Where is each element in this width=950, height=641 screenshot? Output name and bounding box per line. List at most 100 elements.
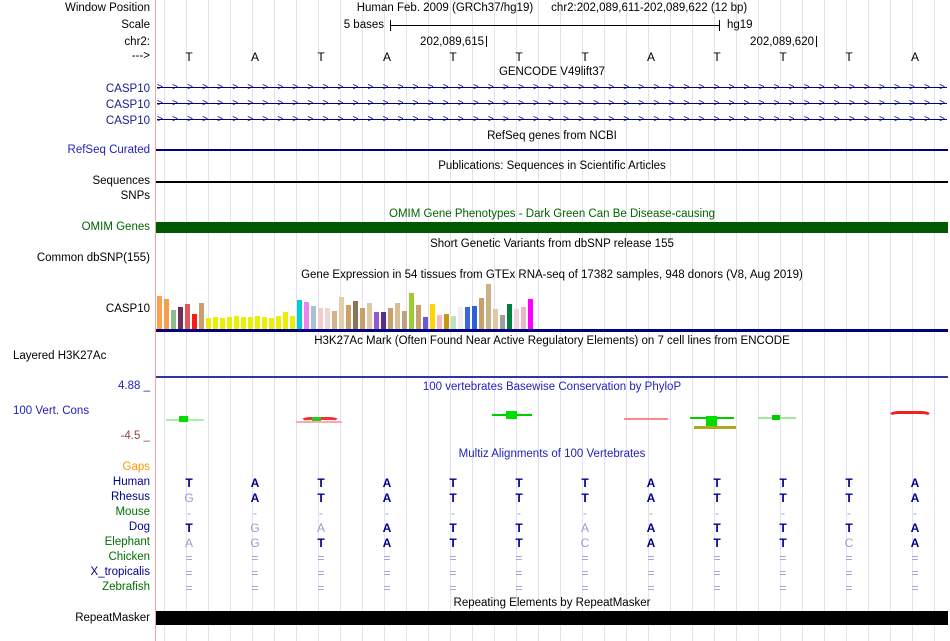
gtex-tissue-bar[interactable]: [164, 299, 169, 329]
gtex-gene-label[interactable]: CASP10: [0, 303, 150, 315]
gtex-tissue-bar[interactable]: [500, 315, 505, 329]
h3k27ac-label[interactable]: Layered H3K27Ac: [13, 350, 153, 362]
gtex-tissue-bar[interactable]: [332, 311, 337, 329]
sequence-base: A: [910, 50, 919, 64]
gtex-tissue-bar[interactable]: [458, 307, 463, 329]
gtex-tissue-bar[interactable]: [171, 310, 176, 329]
gtex-tissue-bar[interactable]: [227, 317, 232, 329]
multiz-species-label[interactable]: Elephant: [0, 536, 150, 548]
multiz-base: A: [646, 476, 656, 490]
gtex-tissue-bar[interactable]: [318, 308, 323, 329]
gencode-intron-arrows[interactable]: >>>>>>>>>>>>>>>>>>>>>>>>>>>>>>>>>>>>>>>>…: [157, 115, 947, 125]
gtex-tissue-bar[interactable]: [416, 305, 421, 329]
gtex-tissue-bar[interactable]: [437, 315, 442, 329]
multiz-species-label[interactable]: X_tropicalis: [0, 566, 150, 578]
gtex-tissue-bar[interactable]: [409, 293, 414, 329]
gtex-tissue-bar[interactable]: [339, 297, 344, 329]
gtex-tissue-bar[interactable]: [220, 318, 225, 329]
gtex-tissue-bar[interactable]: [430, 304, 435, 329]
gtex-tissue-bar[interactable]: [381, 312, 386, 329]
sequence-base: T: [515, 50, 523, 64]
multiz-base: =: [713, 566, 721, 580]
sequences-label[interactable]: Sequences: [0, 175, 150, 187]
gtex-tissue-bar[interactable]: [395, 303, 400, 329]
refseq-curated-label[interactable]: RefSeq Curated: [0, 144, 150, 156]
multiz-species-label[interactable]: Zebrafish: [0, 581, 150, 593]
gtex-tissue-bar[interactable]: [521, 307, 526, 329]
multiz-species-row: Dog T G A A T T A A T T T A: [0, 521, 950, 536]
snps-label[interactable]: SNPs: [0, 190, 150, 202]
multiz-species-label[interactable]: Chicken: [0, 551, 150, 563]
gtex-tissue-bar[interactable]: [479, 298, 484, 329]
gtex-tissue-bar[interactable]: [269, 318, 274, 329]
gencode-intron-arrows[interactable]: >>>>>>>>>>>>>>>>>>>>>>>>>>>>>>>>>>>>>>>>…: [157, 83, 947, 93]
gtex-tissue-bar[interactable]: [353, 301, 358, 329]
gtex-tissue-bar[interactable]: [507, 304, 512, 329]
gencode-intron-arrows[interactable]: >>>>>>>>>>>>>>>>>>>>>>>>>>>>>>>>>>>>>>>>…: [157, 99, 947, 109]
gtex-tissue-bar[interactable]: [360, 308, 365, 329]
gtex-tissue-bar[interactable]: [465, 307, 470, 329]
strand-row-label[interactable]: --->: [0, 50, 150, 62]
dbsnp-label[interactable]: Common dbSNP(155): [0, 252, 150, 264]
omim-track-title: OMIM Gene Phenotypes - Dark Green Can Be…: [389, 208, 715, 220]
multiz-base: =: [647, 566, 655, 580]
conservation-label[interactable]: 100 Vert. Cons: [13, 405, 153, 417]
gtex-tissue-bar[interactable]: [325, 308, 330, 329]
gtex-tissue-bar[interactable]: [493, 309, 498, 329]
gtex-tissue-bar[interactable]: [346, 305, 351, 329]
gtex-tissue-bar[interactable]: [276, 316, 281, 329]
omim-gene-bar[interactable]: [156, 222, 948, 233]
gtex-tissue-bar[interactable]: [262, 317, 267, 329]
gtex-tissue-bar[interactable]: [192, 314, 197, 329]
gtex-tissue-bar[interactable]: [248, 317, 253, 329]
gtex-tissue-bar[interactable]: [185, 304, 190, 329]
gtex-tissue-bar[interactable]: [486, 284, 491, 329]
conservation-mark: [888, 411, 932, 421]
multiz-base: T: [449, 491, 457, 505]
gtex-tissue-bar[interactable]: [423, 317, 428, 329]
gtex-tissue-bar[interactable]: [199, 303, 204, 329]
multiz-species-label[interactable]: Rhesus: [0, 491, 150, 503]
gtex-tissue-bar[interactable]: [402, 311, 407, 329]
multiz-base: =: [779, 581, 787, 595]
gtex-tissue-bar[interactable]: [472, 306, 477, 329]
multiz-species-label[interactable]: Gaps: [0, 461, 151, 473]
sequence-base: T: [449, 50, 457, 64]
gtex-tissue-bar[interactable]: [234, 316, 239, 329]
gtex-tissue-bar[interactable]: [388, 308, 393, 329]
gtex-tissue-bar[interactable]: [367, 303, 372, 329]
gtex-tissue-bar[interactable]: [444, 314, 449, 329]
repeatmasker-item-bar[interactable]: [156, 611, 948, 625]
gtex-tissue-bar[interactable]: [255, 316, 260, 329]
gtex-tissue-bar[interactable]: [514, 309, 519, 329]
gtex-tissue-bar[interactable]: [157, 296, 162, 329]
refseq-curated-item[interactable]: [156, 149, 948, 151]
multiz-species-label[interactable]: Human: [0, 476, 150, 488]
refseq-track-title: RefSeq genes from NCBI: [487, 130, 617, 142]
omim-genes-label[interactable]: OMIM Genes: [0, 221, 150, 233]
gtex-tissue-bar[interactable]: [374, 312, 379, 329]
repeatmasker-label[interactable]: RepeatMasker: [0, 612, 150, 624]
gtex-tissue-bar[interactable]: [178, 307, 183, 329]
gencode-gene-label[interactable]: CASP10: [0, 99, 150, 111]
gtex-expression-bar-chart[interactable]: [157, 284, 535, 329]
gtex-tissue-bar[interactable]: [206, 318, 211, 329]
gtex-tissue-bar[interactable]: [304, 302, 309, 329]
gtex-tissue-bar[interactable]: [241, 317, 246, 329]
gtex-tissue-bar[interactable]: [283, 312, 288, 329]
gtex-tissue-bar[interactable]: [213, 317, 218, 329]
gtex-tissue-bar[interactable]: [451, 316, 456, 329]
multiz-species-label[interactable]: Mouse: [0, 506, 150, 518]
gencode-gene-label[interactable]: CASP10: [0, 115, 150, 127]
gtex-tissue-bar[interactable]: [311, 306, 316, 329]
gencode-gene-label[interactable]: CASP10: [0, 83, 150, 95]
scale-row-label: Scale: [121, 19, 150, 31]
gtex-tissue-bar[interactable]: [297, 300, 302, 329]
gtex-tissue-bar[interactable]: [290, 316, 295, 329]
gtex-tissue-bar[interactable]: [528, 299, 533, 329]
multiz-base: A: [250, 476, 260, 490]
sequences-item[interactable]: [156, 181, 948, 183]
sequence-base: T: [713, 50, 721, 64]
multiz-species-label[interactable]: Dog: [0, 521, 150, 533]
sequence-base: T: [845, 50, 853, 64]
